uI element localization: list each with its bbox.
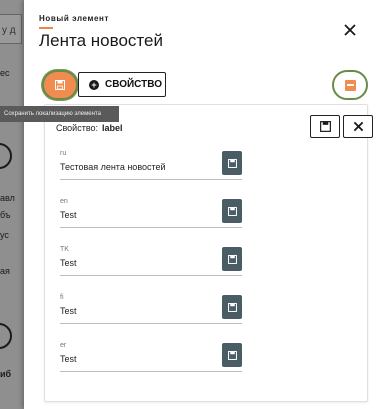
field-save-button[interactable]: [222, 151, 242, 175]
field-language: ru: [60, 150, 67, 157]
add-property-label: СВОЙСТВО: [105, 79, 162, 90]
save-property-button[interactable]: [310, 115, 340, 138]
plus-circle-icon: +: [89, 79, 99, 90]
field-save-button[interactable]: [222, 199, 242, 223]
remove-property-button[interactable]: [343, 115, 373, 138]
background-avatar: [0, 323, 12, 349]
drawer-subtitle: Новый элемент: [39, 14, 110, 23]
property-name: label: [102, 123, 123, 133]
field-language: en: [60, 198, 68, 205]
field-language: fi: [60, 294, 64, 301]
background-fragment: ус: [0, 230, 9, 240]
floppy-disk-icon: [55, 80, 65, 90]
close-button[interactable]: [342, 22, 358, 38]
field-save-button[interactable]: [222, 247, 242, 271]
background-page: у д ес авл бъ ус ая иб: [0, 0, 24, 409]
save-localization-button[interactable]: [42, 70, 78, 100]
close-icon: [353, 121, 363, 132]
floppy-disk-icon: [227, 254, 237, 264]
title-accent-line: [39, 27, 53, 29]
background-input: у д: [0, 14, 22, 44]
floppy-disk-icon: [227, 206, 237, 216]
floppy-disk-icon: [227, 302, 237, 312]
property-label: Свойство: label: [56, 123, 123, 133]
background-fragment: ес: [0, 68, 10, 78]
floppy-disk-icon: [319, 121, 331, 132]
background-fragment: бъ: [0, 210, 11, 220]
localization-icon: [344, 79, 356, 91]
element-drawer: Новый элемент Лента новостей + СВОЙСТВО …: [0, 0, 376, 409]
floppy-disk-icon: [227, 350, 237, 360]
field-language: er: [60, 342, 67, 349]
background-fragment: ая: [0, 266, 10, 276]
property-card: Свойство: label ru Тестовая лента новосте…: [44, 104, 373, 402]
field-value: Test: [60, 354, 77, 364]
field-value: Test: [60, 258, 77, 268]
field-language: TK: [60, 246, 69, 253]
drawer-title: Лента новостей: [39, 31, 163, 50]
add-property-button[interactable]: + СВОЙСТВО: [78, 72, 166, 97]
background-fragment: иб: [0, 369, 12, 379]
localization-button[interactable]: [332, 70, 368, 100]
field-value: Test: [60, 210, 77, 220]
localization-field[interactable]: er Test: [60, 342, 242, 372]
property-label-prefix: Свойство:: [56, 123, 99, 133]
background-avatar: [0, 143, 12, 169]
field-value: Тестовая лента новостей: [60, 162, 166, 172]
background-fragment: у д: [2, 25, 16, 36]
localization-field[interactable]: TK Test: [60, 246, 242, 276]
field-value: Test: [60, 306, 77, 316]
field-save-button[interactable]: [222, 343, 242, 367]
save-localization-tooltip: Сохранить локализацию элемента: [0, 106, 119, 122]
localization-field[interactable]: en Test: [60, 198, 242, 228]
localization-field[interactable]: fi Test: [60, 294, 242, 324]
close-icon: [344, 24, 356, 36]
localization-field[interactable]: ru Тестовая лента новостей: [60, 150, 242, 180]
floppy-disk-icon: [227, 158, 237, 168]
background-fragment: авл: [0, 193, 15, 203]
field-save-button[interactable]: [222, 295, 242, 319]
